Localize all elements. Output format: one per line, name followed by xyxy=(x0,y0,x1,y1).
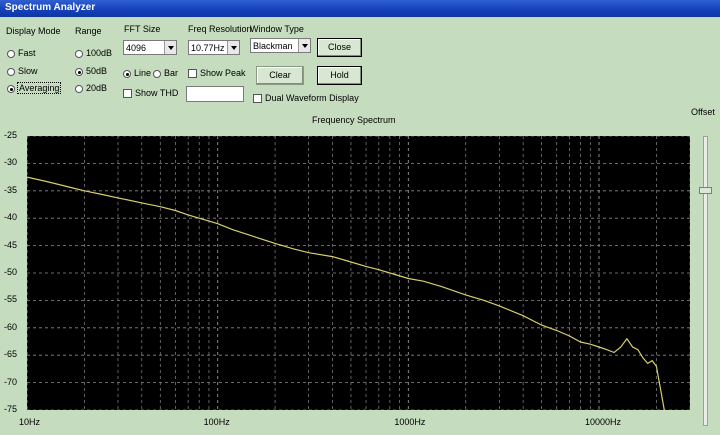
y-tick-label: -65 xyxy=(4,349,18,360)
offset-slider-track[interactable] xyxy=(703,136,708,426)
spectrum-line xyxy=(26,176,665,411)
dual-waveform-label: Dual Waveform Display xyxy=(265,93,359,103)
display-mode-fast-radio[interactable] xyxy=(7,50,15,58)
freq-resolution-label: Freq Resolution xyxy=(188,24,252,34)
x-tick-label: 1000Hz xyxy=(394,417,426,427)
peak-value-field[interactable] xyxy=(186,86,244,102)
y-tick-label: -25 xyxy=(4,130,18,140)
plot-style-line-label: Line xyxy=(134,68,152,78)
plot-style-bar-label: Bar xyxy=(164,68,179,78)
show-peak-checkbox[interactable] xyxy=(188,69,197,78)
display-mode-fast-label: Fast xyxy=(18,48,36,58)
y-tick-label: -40 xyxy=(4,212,18,223)
fft-size-label: FFT Size xyxy=(124,24,161,34)
range-100db-radio[interactable] xyxy=(75,50,83,58)
range-20db-radio[interactable] xyxy=(75,85,83,93)
display-mode-slow-radio[interactable] xyxy=(7,68,15,76)
display-mode-slow-label: Slow xyxy=(18,66,38,76)
offset-slider-thumb[interactable] xyxy=(699,187,712,194)
chevron-down-icon xyxy=(298,39,310,52)
chevron-down-icon xyxy=(227,41,239,54)
show-thd-checkbox[interactable] xyxy=(123,89,132,98)
spectrum-plot-area xyxy=(26,135,691,411)
spectrum-plot-svg xyxy=(26,135,691,411)
close-button[interactable]: Close xyxy=(317,38,362,57)
clear-button[interactable]: Clear xyxy=(256,66,304,85)
display-mode-label: Display Mode xyxy=(6,26,61,36)
y-tick-label: -75 xyxy=(4,404,18,414)
range-label: Range xyxy=(75,26,102,36)
x-tick-label: 100Hz xyxy=(203,417,230,427)
show-thd-label: Show THD xyxy=(135,88,179,98)
range-50db-label: 50dB xyxy=(86,66,108,76)
fft-size-select[interactable]: 4096 xyxy=(123,40,177,55)
y-tick-label: -45 xyxy=(4,239,18,250)
y-tick-label: -30 xyxy=(4,157,18,168)
fft-size-value: 4096 xyxy=(126,43,147,53)
range-20db-label: 20dB xyxy=(86,83,108,93)
freq-resolution-value: 10.77Hz xyxy=(191,43,225,53)
range-100db-label: 100dB xyxy=(86,48,113,58)
title-bar[interactable]: Spectrum Analyzer xyxy=(0,0,720,17)
offset-label: Offset xyxy=(691,107,715,117)
dual-waveform-checkbox[interactable] xyxy=(253,94,262,103)
show-peak-label: Show Peak xyxy=(200,68,246,78)
freq-resolution-select[interactable]: 10.77Hz xyxy=(188,40,240,55)
chart-title: Frequency Spectrum xyxy=(312,115,396,125)
x-tick-label: 10Hz xyxy=(19,417,41,427)
x-tick-label: 10000Hz xyxy=(585,417,622,427)
plot-style-bar-radio[interactable] xyxy=(153,70,161,78)
y-tick-label: -70 xyxy=(4,376,18,387)
chevron-down-icon xyxy=(164,41,176,54)
window-type-value: Blackman xyxy=(253,41,293,51)
range-50db-radio[interactable] xyxy=(75,68,83,76)
y-tick-label: -50 xyxy=(4,267,18,277)
window-title: Spectrum Analyzer xyxy=(5,2,96,13)
y-tick-label: -35 xyxy=(4,184,18,195)
window-type-select[interactable]: Blackman xyxy=(250,38,311,53)
hold-button[interactable]: Hold xyxy=(317,66,362,85)
window-type-label: Window Type xyxy=(250,24,304,34)
display-mode-averaging-radio[interactable] xyxy=(7,85,15,93)
display-mode-averaging-label: Averaging xyxy=(17,82,62,94)
y-tick-label: -60 xyxy=(4,321,18,332)
y-tick-label: -55 xyxy=(4,294,18,305)
plot-style-line-radio[interactable] xyxy=(123,70,131,78)
spectrum-analyzer-window: Spectrum Analyzer Display Mode Fast Slow… xyxy=(0,0,720,435)
